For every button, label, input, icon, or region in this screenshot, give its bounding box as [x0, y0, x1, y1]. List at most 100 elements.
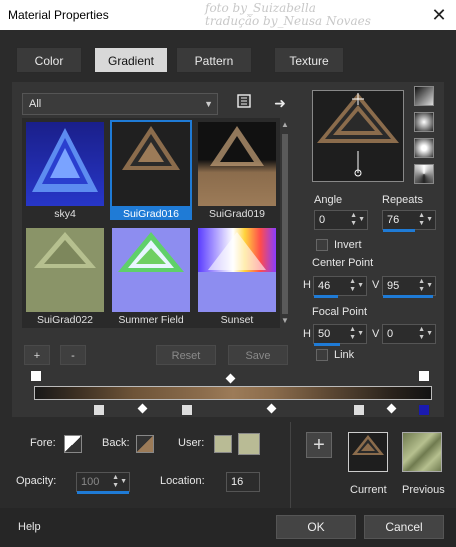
opacity-field[interactable]: 100 ▲ ▼ ▼: [76, 472, 130, 494]
gradient-preview[interactable]: [312, 90, 404, 182]
color-stop[interactable]: [181, 404, 193, 416]
gallery-item-suigrad019[interactable]: SuiGrad019: [196, 120, 278, 224]
repeats-slider-fill: [383, 229, 415, 232]
chevron-down-icon[interactable]: ▼: [426, 325, 433, 343]
gallery-item-suigrad022[interactable]: SuiGrad022: [24, 226, 106, 330]
center-point-label: Center Point: [312, 257, 374, 269]
repeats-value: 76: [387, 214, 400, 226]
chevron-down-icon[interactable]: ▼: [357, 277, 364, 295]
link-checkbox[interactable]: [316, 349, 328, 361]
tab-gradient[interactable]: Gradient: [94, 47, 168, 73]
title-bar: Material Properties foto by_Suizabella t…: [0, 0, 456, 30]
category-select[interactable]: All ▼: [22, 93, 218, 115]
angle-field[interactable]: 0 ▲ ▼ ▼: [314, 210, 368, 230]
chevron-down-icon[interactable]: ▼: [357, 325, 364, 343]
gallery-item-label: sky4: [54, 208, 76, 220]
window-title: Material Properties: [8, 8, 109, 22]
chevron-down-icon[interactable]: ▼: [426, 277, 433, 295]
user-color-swatch-large[interactable]: [238, 433, 260, 455]
ok-button[interactable]: OK: [276, 515, 356, 539]
spinner-icon[interactable]: ▲ ▼: [418, 326, 425, 342]
tab-color[interactable]: Color: [16, 47, 82, 73]
focal-h-field[interactable]: 50 ▲ ▼ ▼: [313, 324, 367, 346]
divider: [290, 422, 291, 508]
chevron-down-icon[interactable]: ▼: [426, 211, 433, 229]
tab-bar: Color Gradient Pattern Texture: [12, 44, 444, 76]
gallery-item-sunset[interactable]: Sunset: [196, 226, 278, 330]
previous-preview[interactable]: [402, 432, 442, 472]
spinner-icon[interactable]: ▲ ▼: [112, 474, 119, 490]
focal-h-label: H: [303, 328, 311, 340]
fore-label: Fore:: [30, 437, 56, 449]
focal-h-value: 50: [318, 328, 331, 340]
opacity-stop-right[interactable]: [418, 370, 430, 382]
gradient-bar[interactable]: [34, 386, 432, 400]
repeats-label: Repeats: [382, 194, 423, 206]
focal-v-field[interactable]: 0 ▲ ▼ ▼: [382, 324, 436, 344]
rectangular-style-icon[interactable]: [414, 112, 434, 132]
color-stop-selected[interactable]: [418, 404, 430, 416]
gallery-scrollbar[interactable]: ▲ ▼: [280, 120, 290, 328]
gallery-item-summer-field[interactable]: Summer Field: [110, 226, 192, 330]
current-label: Current: [350, 484, 387, 496]
radial-style-icon[interactable]: [414, 138, 434, 158]
center-h-value: 46: [318, 280, 331, 292]
current-preview: [348, 432, 388, 472]
book-icon[interactable]: [233, 93, 255, 113]
repeats-field[interactable]: 76 ▲ ▼ ▼: [382, 210, 436, 232]
location-value: 16: [231, 476, 244, 488]
thumbnail: [26, 122, 104, 206]
gradient-gallery: sky4 SuiGrad016 SuiGrad019 SuiGrad022 Su…: [22, 118, 280, 328]
thumbnail: [198, 228, 276, 312]
chevron-down-icon: ▼: [204, 99, 213, 109]
tab-pattern[interactable]: Pattern: [176, 47, 252, 73]
reset-button[interactable]: Reset: [156, 345, 216, 365]
center-v-slider-fill: [383, 295, 433, 298]
sunburst-style-icon[interactable]: [414, 164, 434, 184]
remove-stop-button[interactable]: -: [60, 345, 86, 365]
center-h-field[interactable]: 46 ▲ ▼ ▼: [313, 276, 367, 298]
center-v-field[interactable]: 95 ▲ ▼ ▼: [382, 276, 436, 298]
help-link[interactable]: Help: [18, 521, 41, 533]
location-field[interactable]: 16: [226, 472, 260, 492]
location-label: Location:: [160, 475, 205, 487]
angle-label: Angle: [314, 194, 343, 206]
spinner-icon[interactable]: ▲ ▼: [349, 278, 356, 294]
spinner-icon[interactable]: ▲ ▼: [349, 326, 356, 342]
spinner-icon[interactable]: ▲ ▼: [418, 278, 425, 294]
spinner-icon[interactable]: ▲ ▼: [418, 212, 425, 228]
back-label: Back:: [102, 437, 130, 449]
gallery-item-label: SuiGrad016: [110, 208, 192, 220]
gallery-item-label: SuiGrad019: [208, 208, 266, 220]
invert-checkbox[interactable]: [316, 239, 328, 251]
previous-label: Previous: [402, 484, 445, 496]
gallery-item-sky4[interactable]: sky4: [24, 120, 106, 224]
arrow-right-icon[interactable]: ➜: [269, 93, 291, 113]
save-button[interactable]: Save: [228, 345, 288, 365]
footer: Help OK Cancel: [0, 508, 456, 547]
angle-value: 0: [319, 214, 326, 226]
color-stop[interactable]: [353, 404, 365, 416]
chevron-down-icon[interactable]: ▼: [358, 211, 365, 229]
focal-point-label: Focal Point: [312, 306, 368, 318]
center-v-label: V: [372, 279, 380, 291]
chevron-down-icon[interactable]: ▼: [120, 473, 127, 491]
watermark-line-2: tradução by_Neusa Novaes: [205, 14, 371, 28]
color-stop[interactable]: [93, 404, 105, 416]
thumbnail: [198, 122, 276, 206]
user-color-swatch[interactable]: [214, 435, 232, 453]
linear-style-icon[interactable]: [414, 86, 434, 106]
cancel-button[interactable]: Cancel: [364, 515, 444, 539]
opacity-stop-left[interactable]: [30, 370, 42, 382]
close-button[interactable]: ✕: [426, 3, 452, 27]
add-to-swatches-button[interactable]: +: [306, 432, 332, 458]
opacity-slider-fill: [77, 491, 129, 494]
back-color-swatch[interactable]: [136, 435, 154, 453]
center-v-value: 95: [387, 280, 400, 292]
spinner-icon[interactable]: ▲ ▼: [350, 212, 357, 228]
tab-texture[interactable]: Texture: [274, 47, 344, 73]
gallery-item-label: Summer Field: [118, 314, 184, 326]
fore-color-swatch[interactable]: [64, 435, 82, 453]
gallery-item-suigrad016[interactable]: SuiGrad016: [110, 120, 192, 224]
add-stop-button[interactable]: +: [24, 345, 50, 365]
